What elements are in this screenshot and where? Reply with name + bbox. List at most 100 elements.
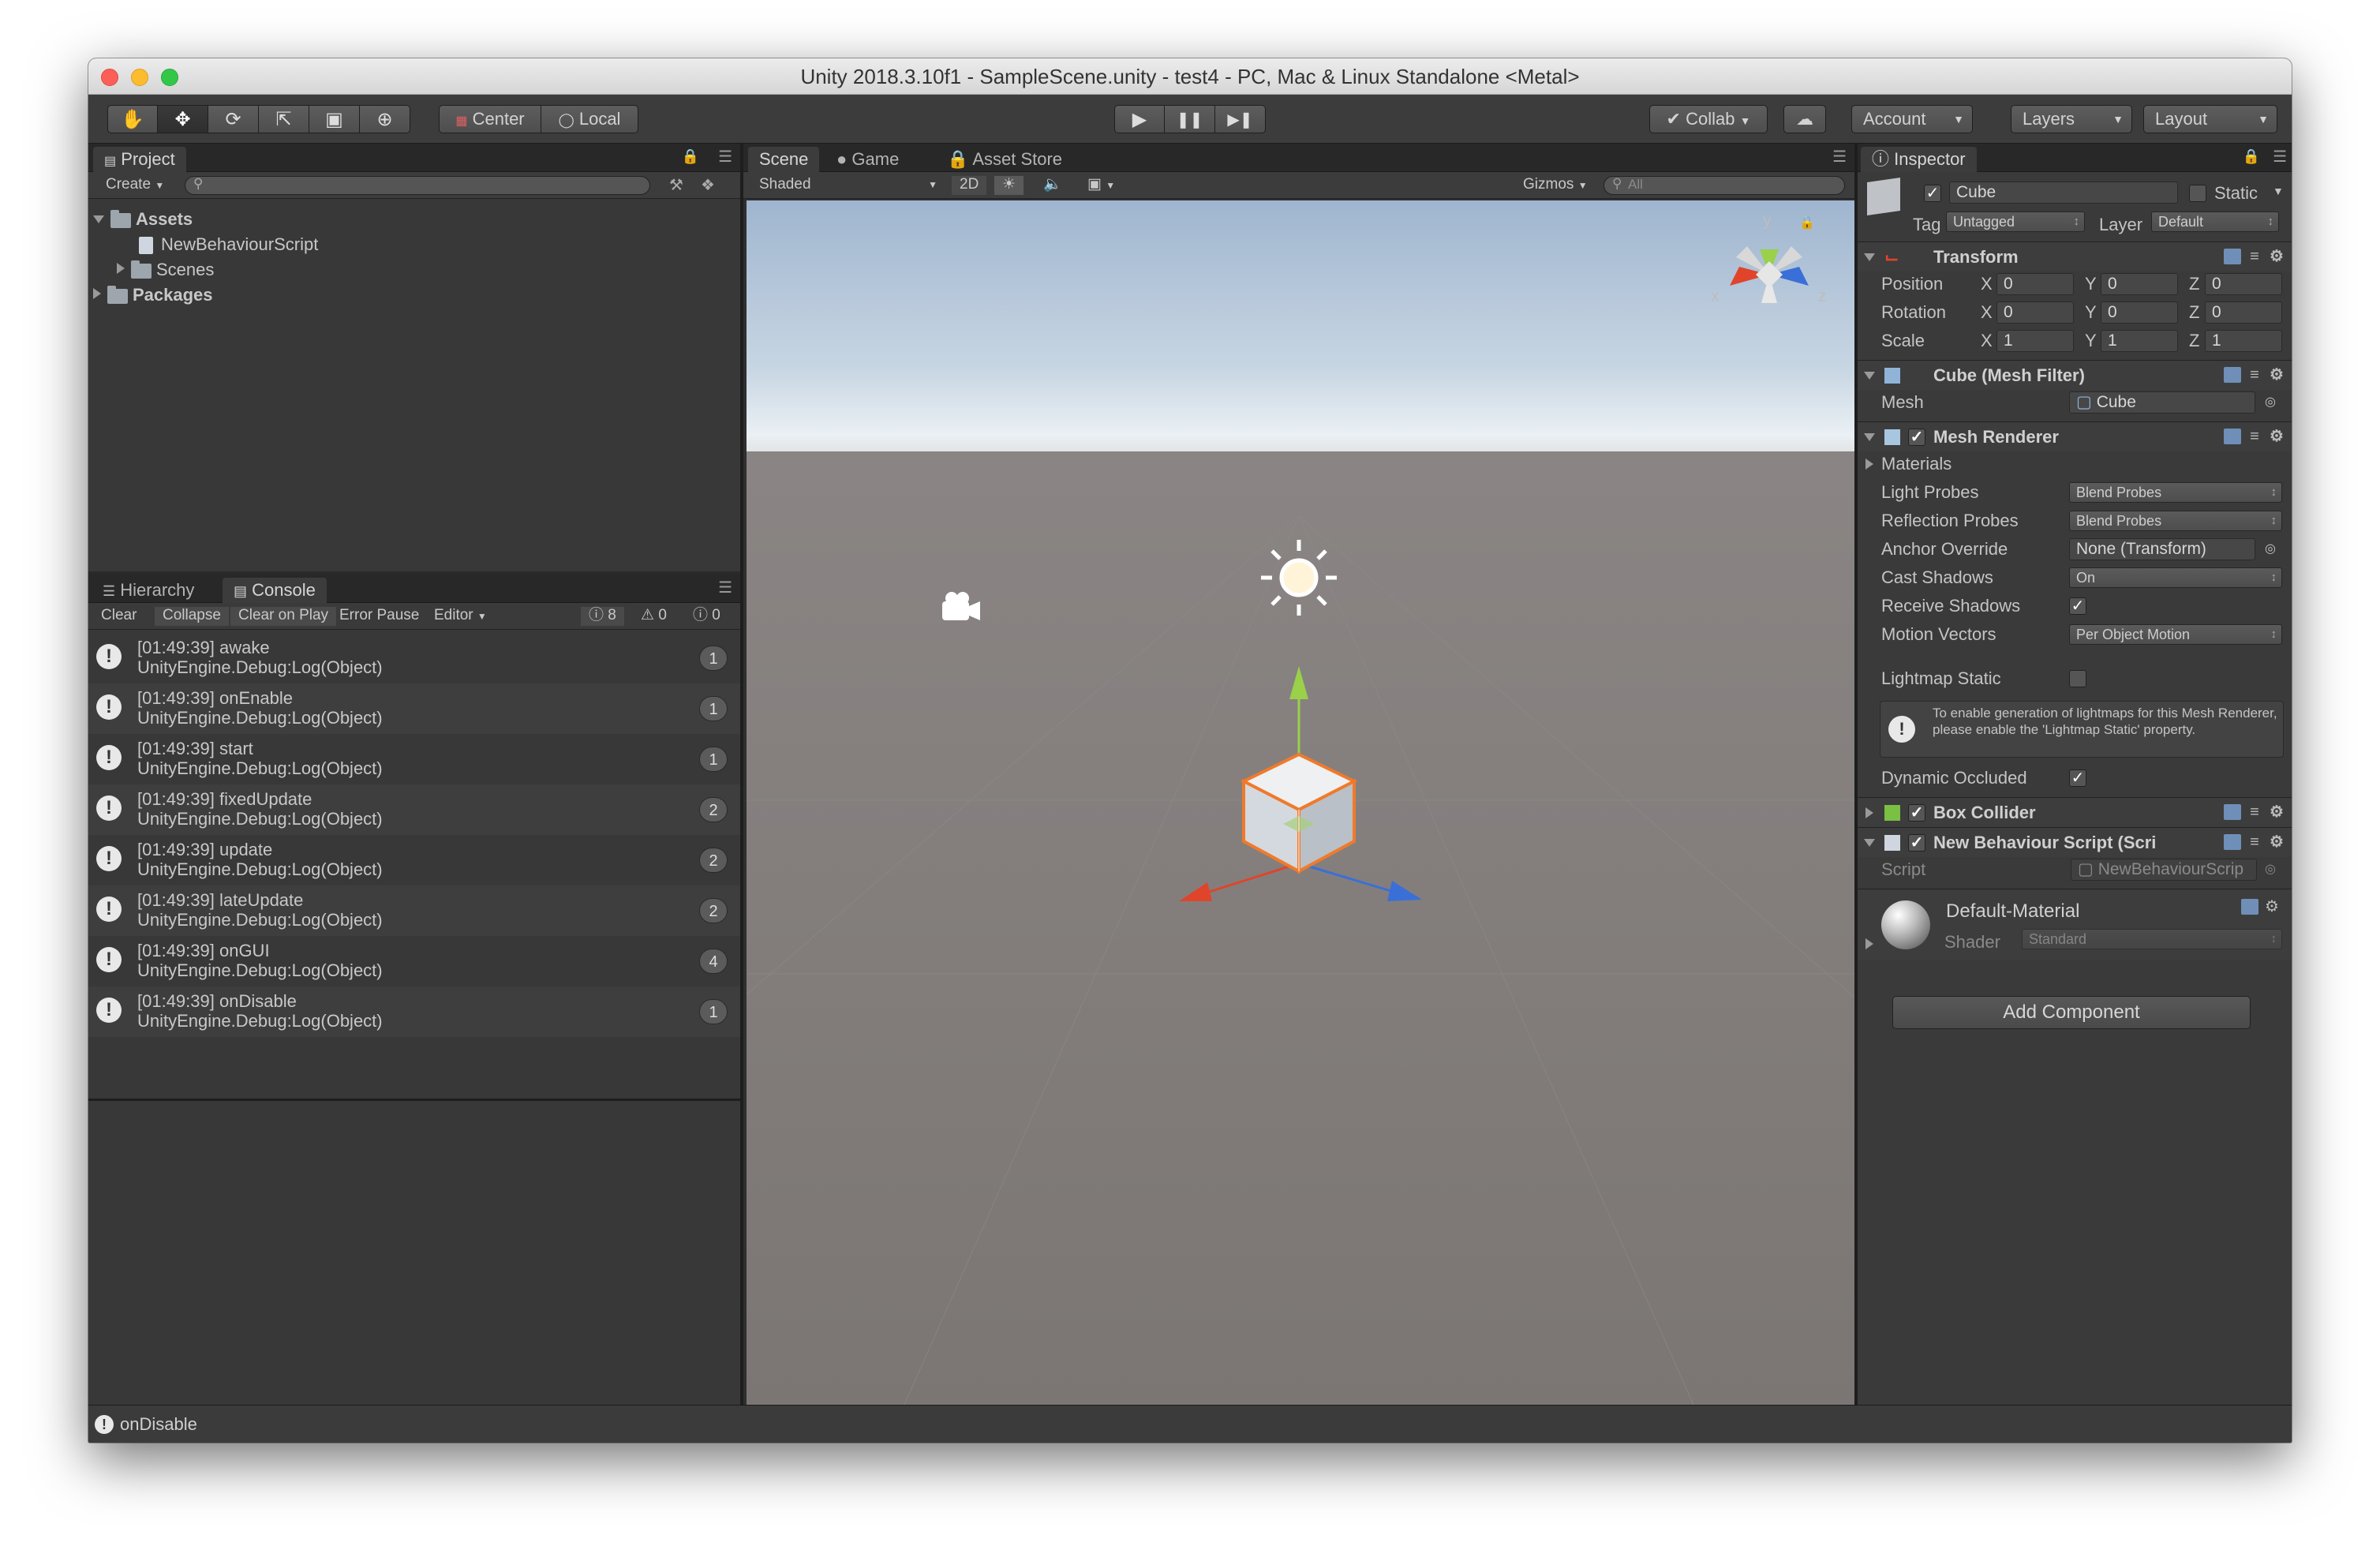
tab-asset-store[interactable]: 🔒 Asset Store <box>936 147 1073 172</box>
position-y-field[interactable]: 0 <box>2101 273 2178 295</box>
move-tool-icon[interactable]: ✥ <box>158 105 208 133</box>
rotate-tool-icon[interactable]: ⟳ <box>208 105 259 133</box>
layer-dropdown[interactable]: Default <box>2151 212 2279 232</box>
pivot-local-button[interactable]: ◯ Local <box>541 105 638 133</box>
mesh-renderer-enabled-checkbox[interactable]: ✓ <box>1908 429 1925 446</box>
preset-icon[interactable]: ≡ <box>2246 367 2263 383</box>
dynamic-occluded-checkbox[interactable]: ✓ <box>2069 769 2086 787</box>
collapse-arrow-icon[interactable] <box>1865 807 1873 818</box>
tree-item-packages[interactable]: Packages <box>93 283 213 308</box>
help-icon[interactable] <box>2224 429 2241 444</box>
expand-arrow-icon[interactable] <box>1864 433 1875 441</box>
expand-arrow-icon[interactable] <box>1864 372 1875 380</box>
vertical-splitter-left[interactable] <box>740 144 743 1405</box>
clear-on-play-toggle[interactable]: Clear on Play <box>230 607 337 626</box>
create-dropdown[interactable]: Create ▼ <box>98 176 172 195</box>
help-icon[interactable] <box>2224 804 2241 820</box>
active-checkbox[interactable]: ✓ <box>1924 185 1941 202</box>
gear-icon[interactable]: ⚙ <box>2263 899 2281 915</box>
box-collider-header[interactable]: ✓ Box Collider ≡ ⚙ <box>1858 797 2292 827</box>
preset-icon[interactable]: ≡ <box>2246 834 2263 850</box>
scale-x-field[interactable]: 1 <box>1996 330 2074 352</box>
info-count-toggle[interactable]: ⓘ 8 <box>581 607 624 626</box>
help-icon[interactable] <box>2224 367 2241 383</box>
pivot-center-button[interactable]: ▦ Center <box>439 105 541 133</box>
preset-icon[interactable]: ≡ <box>2246 429 2263 444</box>
lock-icon[interactable]: 🔒 <box>2243 148 2260 165</box>
layers-dropdown[interactable]: Layers ▼ <box>2011 105 2132 133</box>
log-entry[interactable]: ! [01:49:39] fixedUpdate UnityEngine.Debug… <box>88 784 740 835</box>
collab-dropdown[interactable]: ✔ Collab ▼ <box>1649 105 1768 133</box>
gear-icon[interactable]: ⚙ <box>2268 429 2285 444</box>
rotation-z-field[interactable]: 0 <box>2205 301 2282 324</box>
editor-dropdown[interactable]: Editor ▼ <box>426 607 495 626</box>
tab-game[interactable]: ● Game <box>825 147 910 172</box>
tab-hierarchy[interactable]: ☰ Hierarchy <box>92 578 205 603</box>
static-checkbox[interactable] <box>2189 185 2206 202</box>
log-entry[interactable]: ! [01:49:39] awake UnityEngine.Debug:Log(O… <box>88 633 740 683</box>
script-enabled-checkbox[interactable]: ✓ <box>1908 834 1925 852</box>
gear-icon[interactable]: ⚙ <box>2268 834 2285 850</box>
mesh-renderer-header[interactable]: ✓ Mesh Renderer ≡ ⚙ <box>1858 421 2292 451</box>
account-dropdown[interactable]: Account ▼ <box>1851 105 1973 133</box>
mesh-object-field[interactable]: ▢ Cube <box>2069 391 2255 414</box>
help-icon[interactable] <box>2241 899 2258 915</box>
log-entry[interactable]: ! [01:49:39] onEnable UnityEngine.Debug:Lo… <box>88 683 740 734</box>
step-button[interactable]: ▶❚ <box>1215 105 1266 133</box>
lighting-toggle[interactable]: ☀ <box>994 176 1024 195</box>
rotation-y-field[interactable]: 0 <box>2101 301 2178 324</box>
transform-tool-icon[interactable]: ⊕ <box>360 105 410 133</box>
collapse-arrow-icon[interactable] <box>117 263 125 274</box>
pause-button[interactable]: ❚❚ <box>1165 105 1215 133</box>
light-probes-dropdown[interactable]: Blend Probes <box>2069 482 2282 503</box>
rotation-x-field[interactable]: 0 <box>1996 301 2074 324</box>
cloud-button[interactable]: ☁ <box>1783 105 1826 133</box>
collapse-arrow-icon[interactable] <box>1865 459 1873 470</box>
2d-toggle[interactable]: 2D <box>952 176 987 195</box>
gizmo-lock-icon[interactable]: 🔒 <box>1799 215 1815 230</box>
scene-viewport[interactable]: y x z 🔒 <box>747 200 1854 1405</box>
shading-mode-dropdown[interactable]: Shaded ▼ <box>751 176 944 195</box>
log-entry[interactable]: ! [01:49:39] lateUpdate UnityEngine.Debug:… <box>88 885 740 936</box>
gizmos-dropdown[interactable]: Gizmos ▼ <box>1515 176 1596 195</box>
help-icon[interactable] <box>2224 249 2241 264</box>
gear-icon[interactable]: ⚙ <box>2268 249 2285 264</box>
scale-z-field[interactable]: 1 <box>2205 330 2282 352</box>
script-component-header[interactable]: ✓ New Behaviour Script (Scri ≡ ⚙ <box>1858 827 2292 857</box>
lock-icon[interactable]: 🔒 <box>682 148 699 165</box>
clear-button[interactable]: Clear <box>93 607 144 626</box>
panel-menu-icon[interactable]: ☰ <box>718 578 732 597</box>
console-splitter[interactable] <box>88 1099 740 1101</box>
effects-dropdown[interactable]: ▣ ▼ <box>1080 176 1123 195</box>
help-icon[interactable] <box>2224 834 2241 850</box>
project-search-input[interactable]: ⚲ <box>185 176 650 195</box>
gear-icon[interactable]: ⚙ <box>2268 804 2285 820</box>
anchor-override-field[interactable]: None (Transform) <box>2069 538 2255 560</box>
layout-dropdown[interactable]: Layout ▼ <box>2143 105 2277 133</box>
tree-item-assets[interactable]: Assets <box>93 207 193 232</box>
scale-y-field[interactable]: 1 <box>2101 330 2178 352</box>
mesh-filter-header[interactable]: Cube (Mesh Filter) ≡ ⚙ <box>1858 360 2292 390</box>
expand-arrow-icon[interactable] <box>1864 253 1875 261</box>
tab-inspector[interactable]: ⓘ Inspector <box>1861 147 1977 172</box>
tree-item-scenes[interactable]: Scenes <box>117 257 214 283</box>
panel-menu-icon[interactable]: ☰ <box>1832 147 1847 167</box>
tab-project[interactable]: ▤ Project <box>93 147 186 172</box>
receive-shadows-checkbox[interactable]: ✓ <box>2069 597 2086 615</box>
collapse-toggle[interactable]: Collapse <box>155 607 229 626</box>
warning-count-toggle[interactable]: ⚠ 0 <box>633 607 675 626</box>
error-count-toggle[interactable]: ⓘ 0 <box>685 607 728 626</box>
expand-arrow-icon[interactable] <box>1864 839 1875 847</box>
panel-menu-icon[interactable]: ☰ <box>2273 147 2287 167</box>
lightmap-static-checkbox[interactable] <box>2069 670 2086 687</box>
scene-search-input[interactable]: ⚲ All <box>1604 176 1845 195</box>
motion-vectors-dropdown[interactable]: Per Object Motion <box>2069 624 2282 645</box>
collapse-arrow-icon[interactable] <box>1865 938 1873 949</box>
log-entry[interactable]: ! [01:49:39] onDisable UnityEngine.Debug:L… <box>88 986 740 1037</box>
rect-tool-icon[interactable]: ▣ <box>309 105 360 133</box>
maximize-window-button[interactable] <box>161 69 178 86</box>
hand-tool-icon[interactable]: ✋ <box>107 105 158 133</box>
cast-shadows-dropdown[interactable]: On <box>2069 567 2282 588</box>
label-tag-icon[interactable]: ❖ <box>701 175 715 195</box>
close-window-button[interactable] <box>101 69 118 86</box>
